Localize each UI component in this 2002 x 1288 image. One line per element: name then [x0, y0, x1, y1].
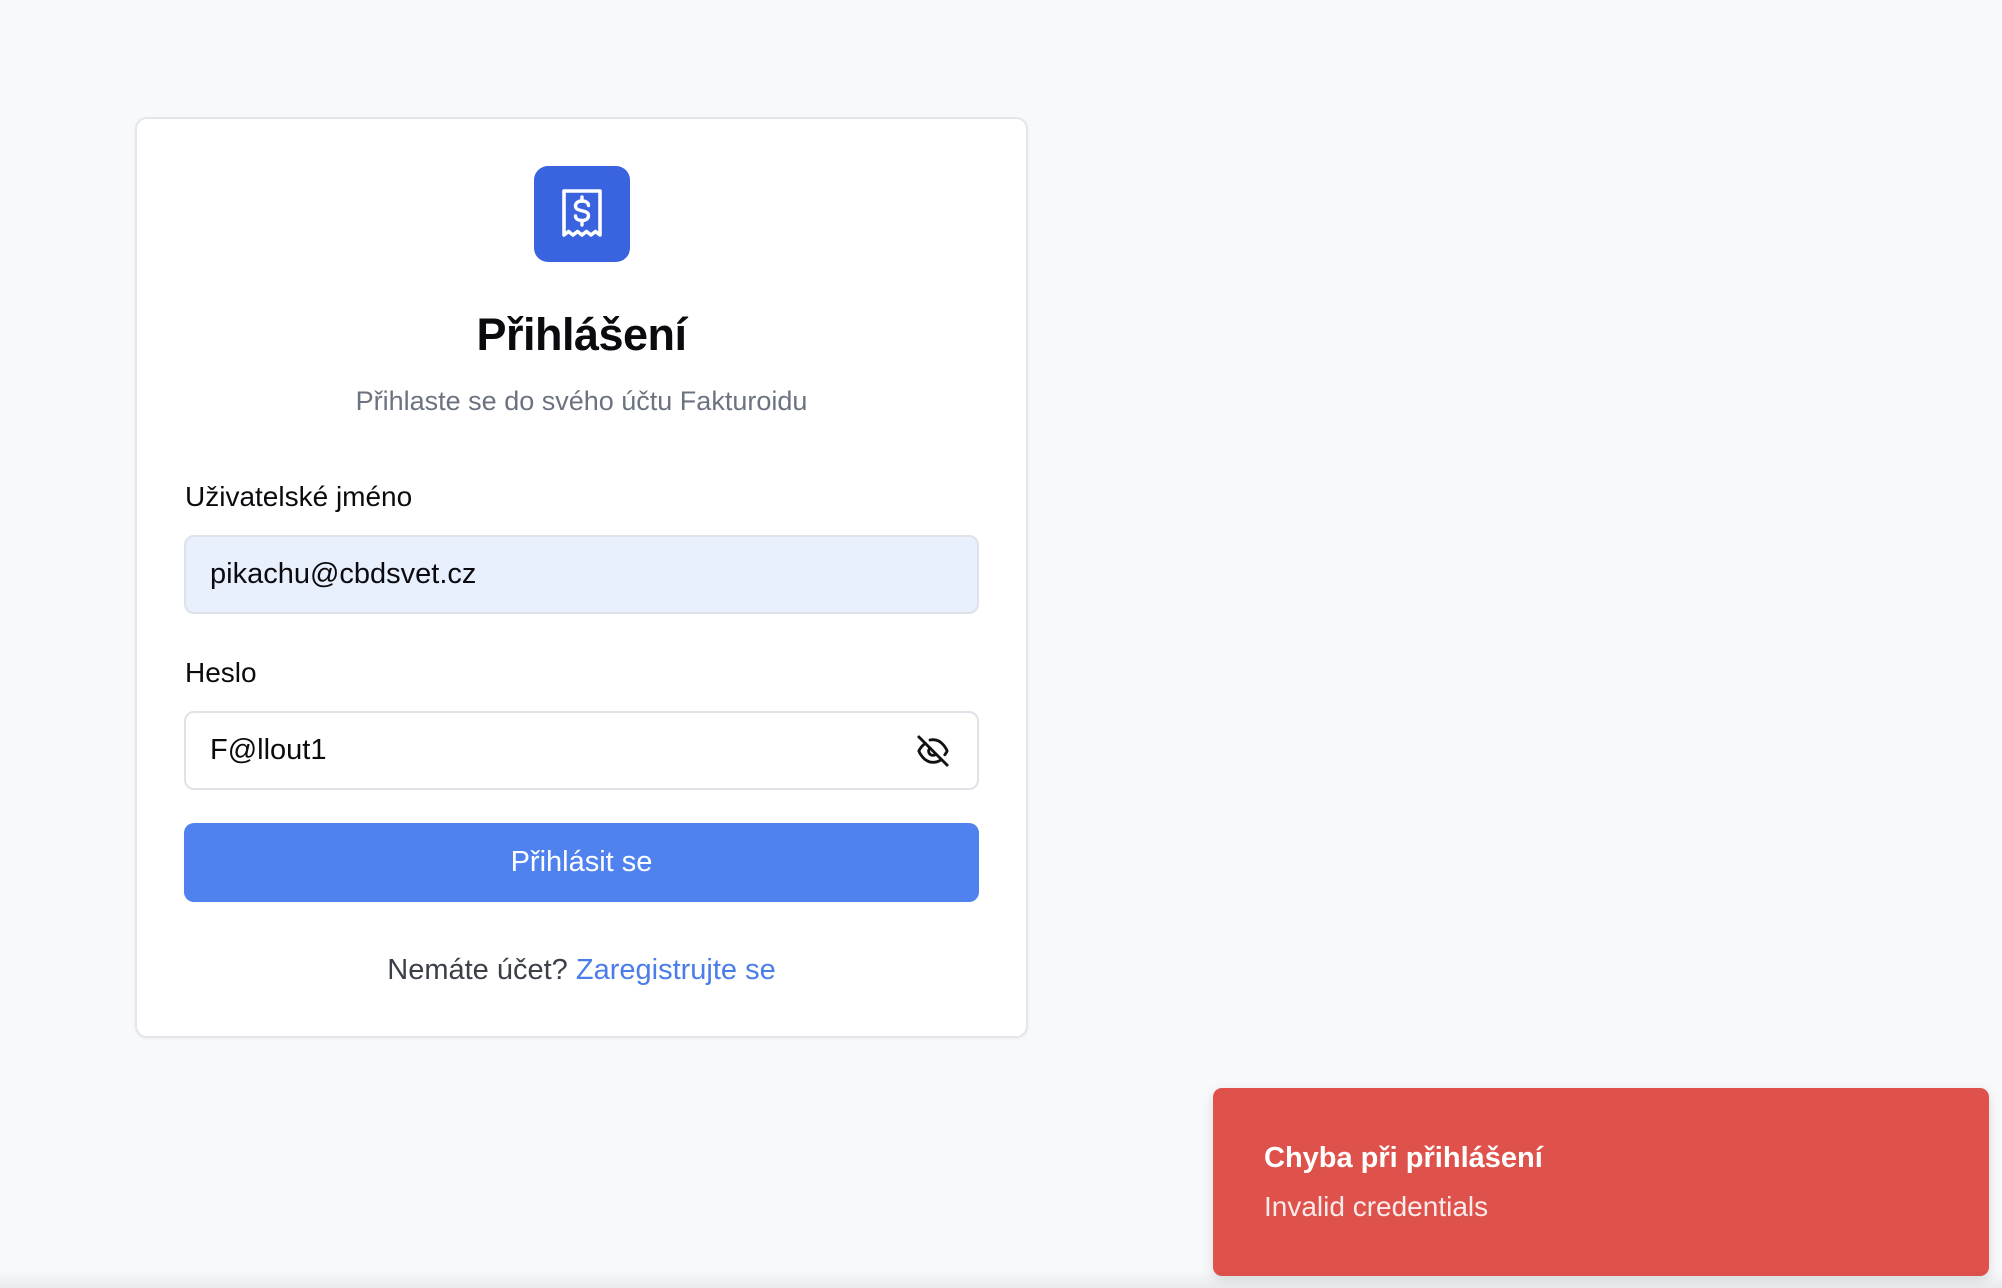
error-toast[interactable]: Chyba při přihlášení Invalid credentials — [1213, 1088, 1989, 1276]
username-field-wrapper — [184, 535, 979, 614]
login-submit-button[interactable]: Přihlásit se — [184, 823, 979, 902]
username-input[interactable] — [210, 558, 953, 591]
password-label: Heslo — [185, 657, 257, 688]
page-title: Přihlášení — [476, 309, 687, 360]
register-prompt: Nemáte účet? Zaregistrujte se — [137, 954, 1026, 987]
app-logo — [534, 166, 630, 262]
toast-message: Invalid credentials — [1264, 1191, 1489, 1222]
password-input[interactable] — [210, 734, 913, 767]
login-card: Přihlášení Přihlaste se do svého účtu Fa… — [135, 117, 1028, 1038]
toggle-password-visibility-button[interactable] — [913, 731, 953, 771]
password-field-wrapper — [184, 711, 979, 790]
username-label: Uživatelské jméno — [185, 481, 413, 512]
no-account-text: Nemáte účet? — [387, 954, 576, 986]
page-subtitle: Přihlaste se do svého účtu Fakturoidu — [355, 386, 808, 416]
receipt-dollar-icon — [562, 189, 602, 237]
register-link[interactable]: Zaregistrujte se — [576, 954, 776, 986]
eye-off-icon — [917, 734, 949, 767]
toast-title: Chyba při přihlášení — [1264, 1142, 1543, 1174]
bottom-edge-shade — [0, 1270, 2002, 1288]
